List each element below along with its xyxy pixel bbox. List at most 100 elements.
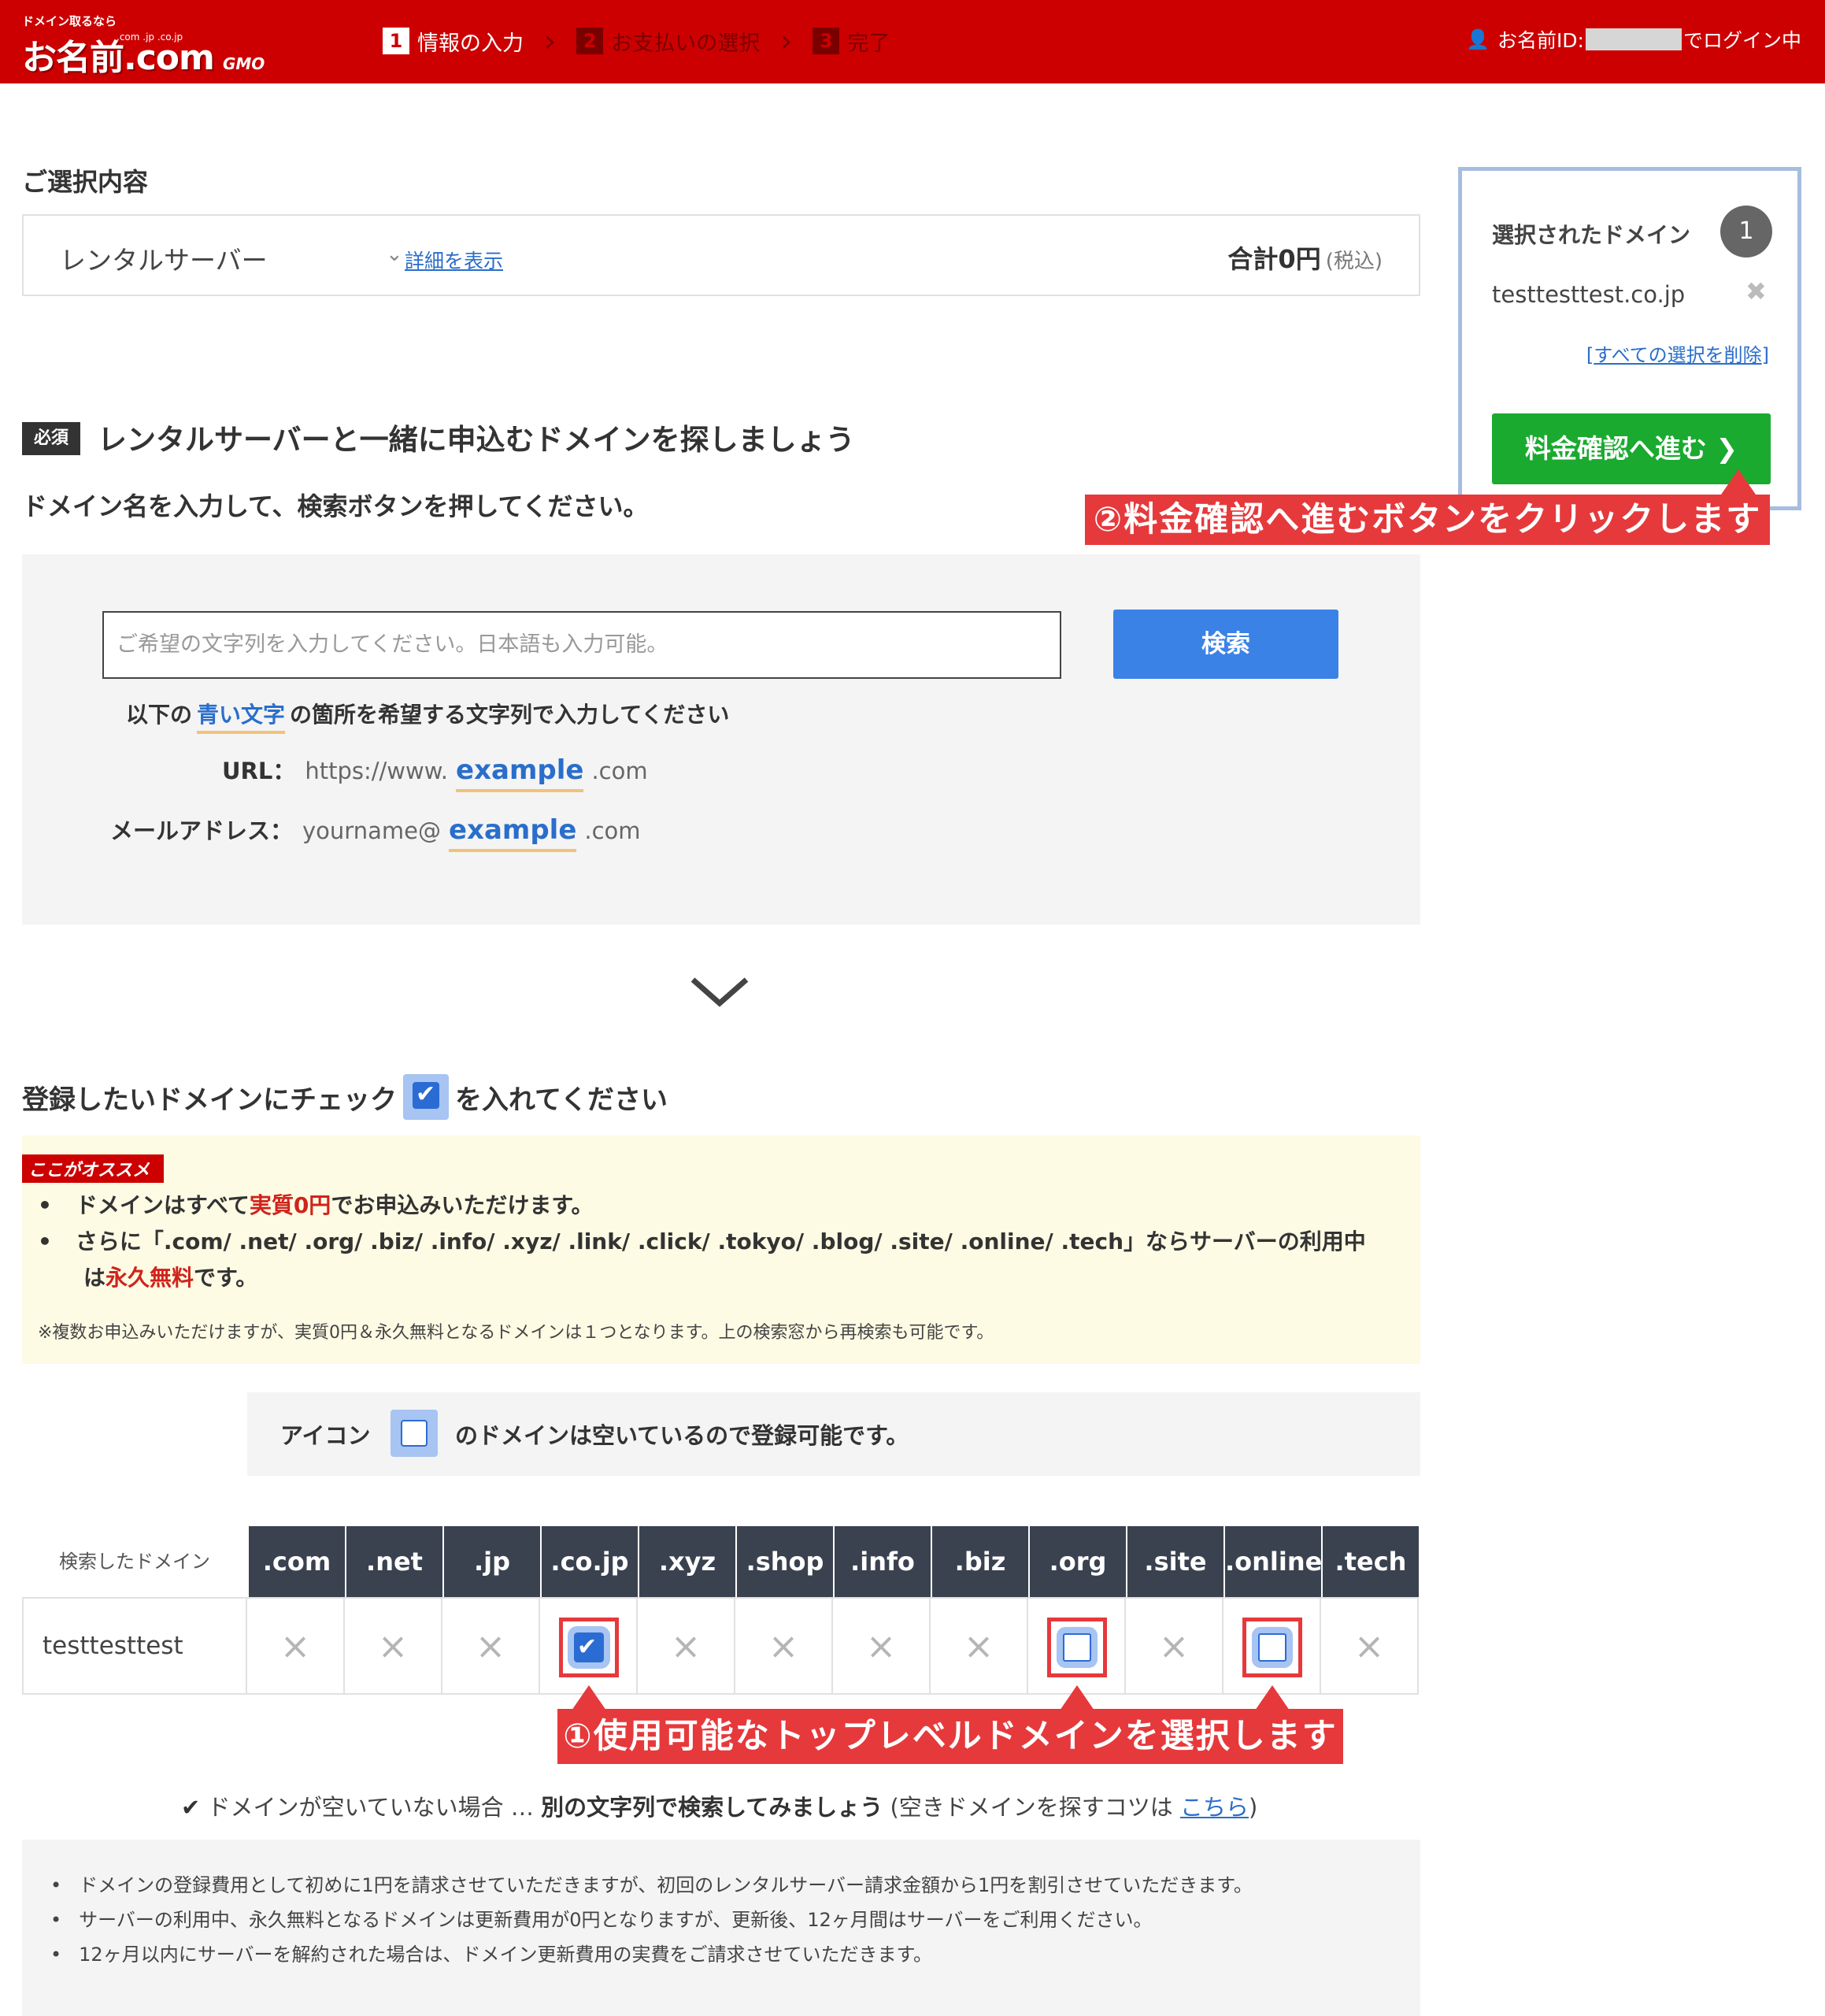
domain-checkbox-cell[interactable] [1028,1597,1126,1695]
tip-bold: 別の文字列で検索してみましょう [541,1794,883,1821]
step-number: 2 [576,28,604,54]
unavailable-mark: × [638,1597,735,1695]
login-suffix: でログイン中 [1682,29,1801,52]
promo-note: ※複数お申込みいただけますが、実質0円＆永久無料となるドメインは１つとなります。… [38,1323,994,1343]
step-label: お支払いの選択 [611,31,761,56]
fee-notes: ドメインの登録費用として初めに1円を請求させていただきますが、初回のレンタルサー… [22,1840,1420,2016]
bullet2-red: 永久無料 [106,1265,194,1291]
tld-header: .tech [1321,1526,1419,1597]
search-hint: 以下の 青い文字 の箇所を希望する文字列で入力してください [126,698,730,734]
unavailable-mark: × [247,1597,345,1695]
unavailable-mark: × [442,1597,540,1695]
unavailable-mark: × [833,1597,931,1695]
step-number: 3 [813,28,840,54]
tip-text2: (空きドメインを探すコツは [883,1794,1181,1821]
highlight-frame [1242,1618,1302,1677]
hint-before: 以下の [126,702,193,728]
recommend-list: ドメインはすべて実質0円でお申込みいただけます。 さらに「.com/ .net/… [38,1188,1408,1296]
availability-legend: アイコン のドメインは空いているので登録可能です。 [247,1392,1420,1476]
login-prefix: お名前ID: [1497,29,1584,52]
check-icon: ✔ [181,1794,201,1821]
list-item: サーバーの利用中、永久無料となるドメインは更新費用が0円となりますが、更新後、1… [50,1903,1253,1937]
check-heading-after: を入れてください [455,1084,668,1116]
mail-label: メールアドレス： [110,817,294,844]
selected-count-badge: 1 [1720,206,1772,258]
annotation-step2: ②料金確認へ進むボタンをクリックします [1085,495,1770,545]
check-heading: 登録したいドメインにチェック ✔ を入れてください [22,1074,668,1120]
selection-summary: レンタルサーバー ⌄ 詳細を表示 合計0円 (税込) [22,214,1420,296]
unchecked-checkbox[interactable] [1057,1627,1098,1668]
searched-domain-label: testtesttest [22,1597,247,1695]
total-price: 合計0円 (税込) [1227,239,1383,276]
domain-search-input[interactable]: ご希望の文字列を入力してください。日本語も入力可能。 [102,611,1061,679]
sidebar-title: 選択されたドメイン [1492,222,1691,248]
search-title: レンタルサーバーと一緒に申込むドメインを探しましょう [98,423,855,457]
onamae-logo[interactable]: ドメイン取るなら お名前.com .com .jp .co.jp GMO [22,13,265,80]
step-payment: 2 お支払いの選択 [576,26,760,57]
callout-arrow [1255,1685,1290,1710]
callout-arrow [1721,469,1756,495]
mail-example: メールアドレス： yourname@ example .com [110,813,641,852]
bullet1-red: 実質0円 [249,1192,331,1218]
tld-header: .jp [442,1526,540,1597]
url-example: URL： https://www. example .com [222,753,648,792]
step-label: 完了 [847,31,890,56]
mail-prefix: yourname@ [302,817,441,844]
checkmark-icon: ✔ [577,1633,598,1661]
show-detail-link[interactable]: 詳細を表示 [405,246,503,274]
search-button[interactable]: 検索 [1113,610,1338,679]
tld-header: .co.jp [540,1526,638,1597]
recommendation-box: ここがオススメ ドメインはすべて実質0円でお申込みいただけます。 さらに「.co… [22,1136,1420,1364]
domain-checkbox-cell[interactable]: ✔ [540,1597,638,1695]
list-item-continuation: は永久無料です。 [38,1260,1408,1296]
hint-blue-text: 青い文字 [197,702,286,734]
remove-domain-icon[interactable]: ✖ [1745,276,1767,306]
url-label: URL： [222,758,296,784]
logo-gmo: GMO [222,54,265,73]
logo-tlds: .com .jp .co.jp [117,32,183,43]
bullet2-after: です。 [194,1265,258,1291]
list-item: 12ヶ月以内にサーバーを解約された場合は、ドメイン更新費用の実費をご請求させてい… [50,1937,1253,1972]
url-prefix: https://www. [305,758,449,784]
unavailable-mark: × [345,1597,442,1695]
clear-all-label[interactable]: すべての選択を削除 [1594,344,1761,366]
mail-suffix: .com [584,817,641,844]
tips-link[interactable]: こちら [1180,1794,1249,1821]
annotation-step1: ①使用可能なトップレベルドメインを選択します [557,1709,1343,1764]
domain-checkbox-cell[interactable] [1223,1597,1321,1695]
table-header-label: 検索したドメイン [22,1526,247,1597]
list-item: さらに「.com/ .net/ .org/ .biz/ .info/ .xyz/… [38,1224,1408,1260]
unavailable-mark: × [1321,1597,1419,1695]
selected-domain-panel: 選択されたドメイン 1 testtesttest.co.jp ✖ [すべての選択… [1458,167,1801,510]
available-checkbox-icon [391,1410,438,1457]
checked-checkbox-icon: ✔ [403,1074,449,1120]
clear-all-link[interactable]: [すべての選択を削除] [1586,339,1769,367]
chevron-down-icon[interactable]: ⌄ [386,243,403,266]
tld-header: .shop [735,1526,833,1597]
list-item: ドメインはすべて実質0円でお申込みいただけます。 [38,1188,1408,1224]
checked-checkbox[interactable]: ✔ [568,1626,610,1669]
step-input-info: 1 情報の入力 [383,26,524,57]
selected-product: レンタルサーバー [60,245,268,276]
unavailable-mark: × [931,1597,1028,1695]
tld-header: .biz [931,1526,1028,1597]
selected-domain: testtesttest.co.jp [1492,281,1686,308]
selection-heading: ご選択内容 [22,167,149,197]
tld-header: .org [1028,1526,1126,1597]
search-subtitle: ドメイン名を入力して、検索ボタンを押してください。 [22,491,649,521]
tip-close: ) [1249,1794,1258,1821]
hint-after: の箇所を希望する文字列で入力してください [290,702,730,728]
search-tip: ✔ ドメインが空いていない場合 … 別の文字列で検索してみましょう (空きドメイ… [181,1789,1257,1822]
bullet2-line1: さらに「.com/ .net/ .org/ .biz/ .info/ .xyz/… [75,1228,1366,1254]
tld-header: .com [247,1526,345,1597]
user-icon: 👤 [1466,28,1490,50]
notes-list: ドメインの登録費用として初めに1円を請求させていただきますが、初回のレンタルサー… [50,1868,1253,1972]
chevron-right-icon: › [780,24,793,58]
legend-before: アイコン [280,1422,371,1449]
required-badge: 必須 [22,422,80,455]
tld-header: .net [345,1526,442,1597]
login-status: 👤 お名前ID: でログイン中 [1466,25,1801,54]
unavailable-mark: × [735,1597,833,1695]
unchecked-checkbox[interactable] [1252,1627,1293,1668]
chevron-right-icon: › [544,24,557,58]
